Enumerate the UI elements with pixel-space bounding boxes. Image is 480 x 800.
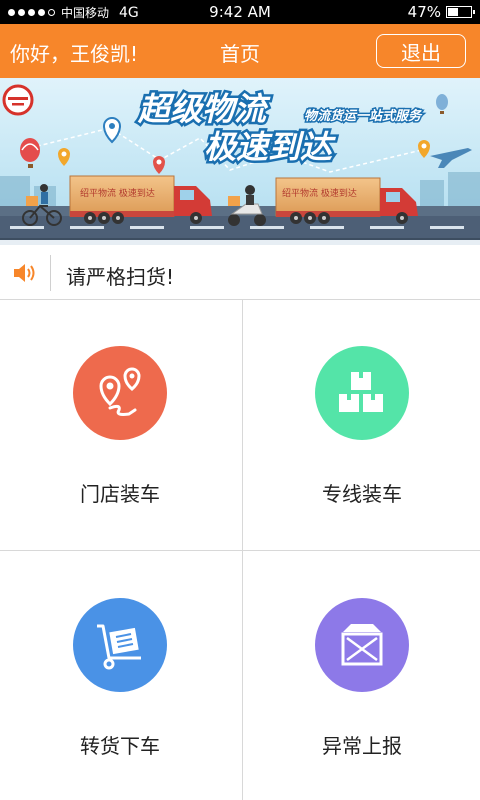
- menu-item-icon-circle: [73, 346, 167, 440]
- menu-grid: 门店装车 专线装车 转货下车 异常上报: [0, 300, 480, 800]
- menu-item-label: 转货下车: [80, 734, 160, 758]
- menu-item-store-loading[interactable]: 门店装车: [0, 300, 240, 550]
- notice-text: 请严格扫货!: [66, 265, 175, 289]
- menu-item-label: 专线装车: [322, 482, 402, 506]
- damaged-box-icon: [341, 624, 383, 666]
- app-header: 你好，王俊凯! 首页 退出: [0, 24, 480, 78]
- battery-percent: 47%: [407, 3, 441, 21]
- notice-divider: [50, 255, 51, 291]
- menu-item-label: 门店装车: [80, 482, 160, 506]
- speaker-icon: [12, 261, 38, 289]
- notice-bar: 请严格扫货!: [0, 245, 480, 300]
- status-bar: 中国移动 4G 9:42 AM 47%: [0, 0, 480, 24]
- menu-item-icon-circle: [315, 346, 409, 440]
- banner-illustration: 超级物流 极速到达 物流货运一站式服务 绍平物流 极速到达 绍平物流 极速到达: [0, 78, 480, 245]
- svg-text:绍平物流 极速到达: 绍平物流 极速到达: [282, 187, 357, 199]
- menu-item-transfer-unload[interactable]: 转货下车: [0, 552, 240, 800]
- grid-divider-horizontal: [0, 550, 480, 551]
- menu-item-line-loading[interactable]: 专线装车: [242, 300, 480, 550]
- company-logo: [2, 84, 34, 116]
- battery-icon: [446, 6, 475, 18]
- boxes-icon: [339, 372, 383, 412]
- svg-text:物流货运一站式服务: 物流货运一站式服务: [304, 108, 423, 124]
- menu-item-label: 异常上报: [322, 734, 402, 758]
- map-route-icon: [99, 367, 141, 416]
- promo-banner[interactable]: 超级物流 极速到达 物流货运一站式服务 绍平物流 极速到达 绍平物流 极速到达: [0, 78, 480, 245]
- menu-item-icon-circle: [315, 598, 409, 692]
- svg-text:超级物流: 超级物流: [137, 90, 271, 128]
- user-greeting: 你好，王俊凯!: [10, 42, 139, 66]
- logout-button[interactable]: 退出: [376, 34, 466, 68]
- status-right: 47%: [407, 3, 475, 21]
- menu-item-icon-circle: [73, 598, 167, 692]
- hand-truck-icon: [97, 624, 141, 670]
- menu-item-exception-report[interactable]: 异常上报: [242, 552, 480, 800]
- svg-text:绍平物流 极速到达: 绍平物流 极速到达: [80, 187, 155, 199]
- svg-text:极速到达: 极速到达: [204, 128, 336, 166]
